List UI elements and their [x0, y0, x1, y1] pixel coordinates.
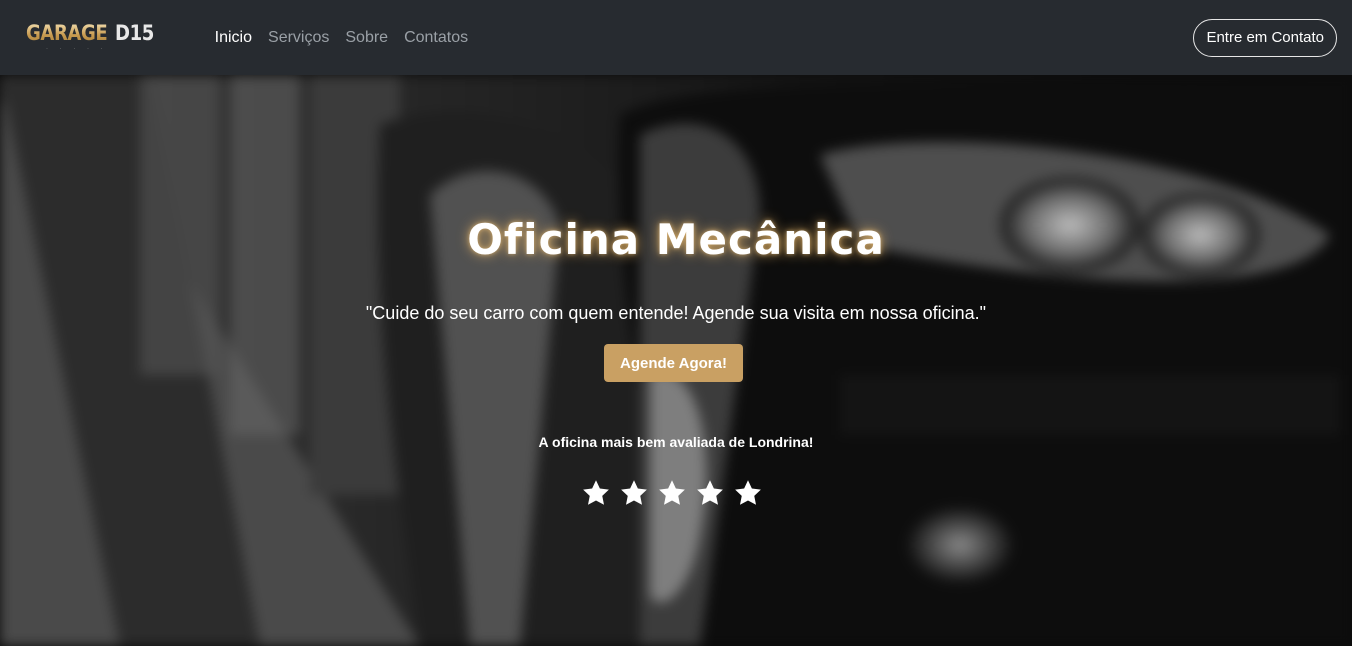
nav-links: Inicio Serviços Sobre Contatos	[215, 29, 468, 47]
star-icon	[697, 480, 723, 505]
hero-title: Oficina Mecânica	[467, 215, 885, 264]
hero-section: Oficina Mecânica "Cuide do seu carro com…	[0, 75, 1352, 646]
nav-link-servicos[interactable]: Serviços	[268, 29, 329, 47]
hero-content: Oficina Mecânica "Cuide do seu carro com…	[0, 75, 1352, 646]
contact-button[interactable]: Entre em Contato	[1193, 18, 1337, 57]
logo-mark: D15	[115, 20, 154, 45]
navbar: GARAGE D15 · · · · · Inicio Serviços Sob…	[0, 0, 1352, 75]
rating-text: A oficina mais bem avaliada de Londrina!	[538, 434, 814, 450]
hero-quote: "Cuide do seu carro com quem entende! Ag…	[365, 303, 987, 323]
schedule-now-button[interactable]: Agende Agora!	[604, 344, 743, 382]
nav-link-contatos[interactable]: Contatos	[404, 29, 468, 47]
logo-wordmark: GARAGE D15	[26, 22, 154, 44]
star-icon	[621, 480, 647, 505]
logo-word: GARAGE	[26, 20, 108, 45]
star-icon	[735, 480, 761, 505]
brand-logo[interactable]: GARAGE D15 · · · · ·	[26, 22, 175, 52]
rating-stars	[581, 478, 763, 508]
star-icon	[659, 480, 685, 505]
logo-tagline: · · · · ·	[46, 45, 108, 52]
nav-link-sobre[interactable]: Sobre	[345, 29, 388, 47]
star-icon	[583, 480, 609, 505]
nav-link-inicio[interactable]: Inicio	[215, 29, 252, 47]
